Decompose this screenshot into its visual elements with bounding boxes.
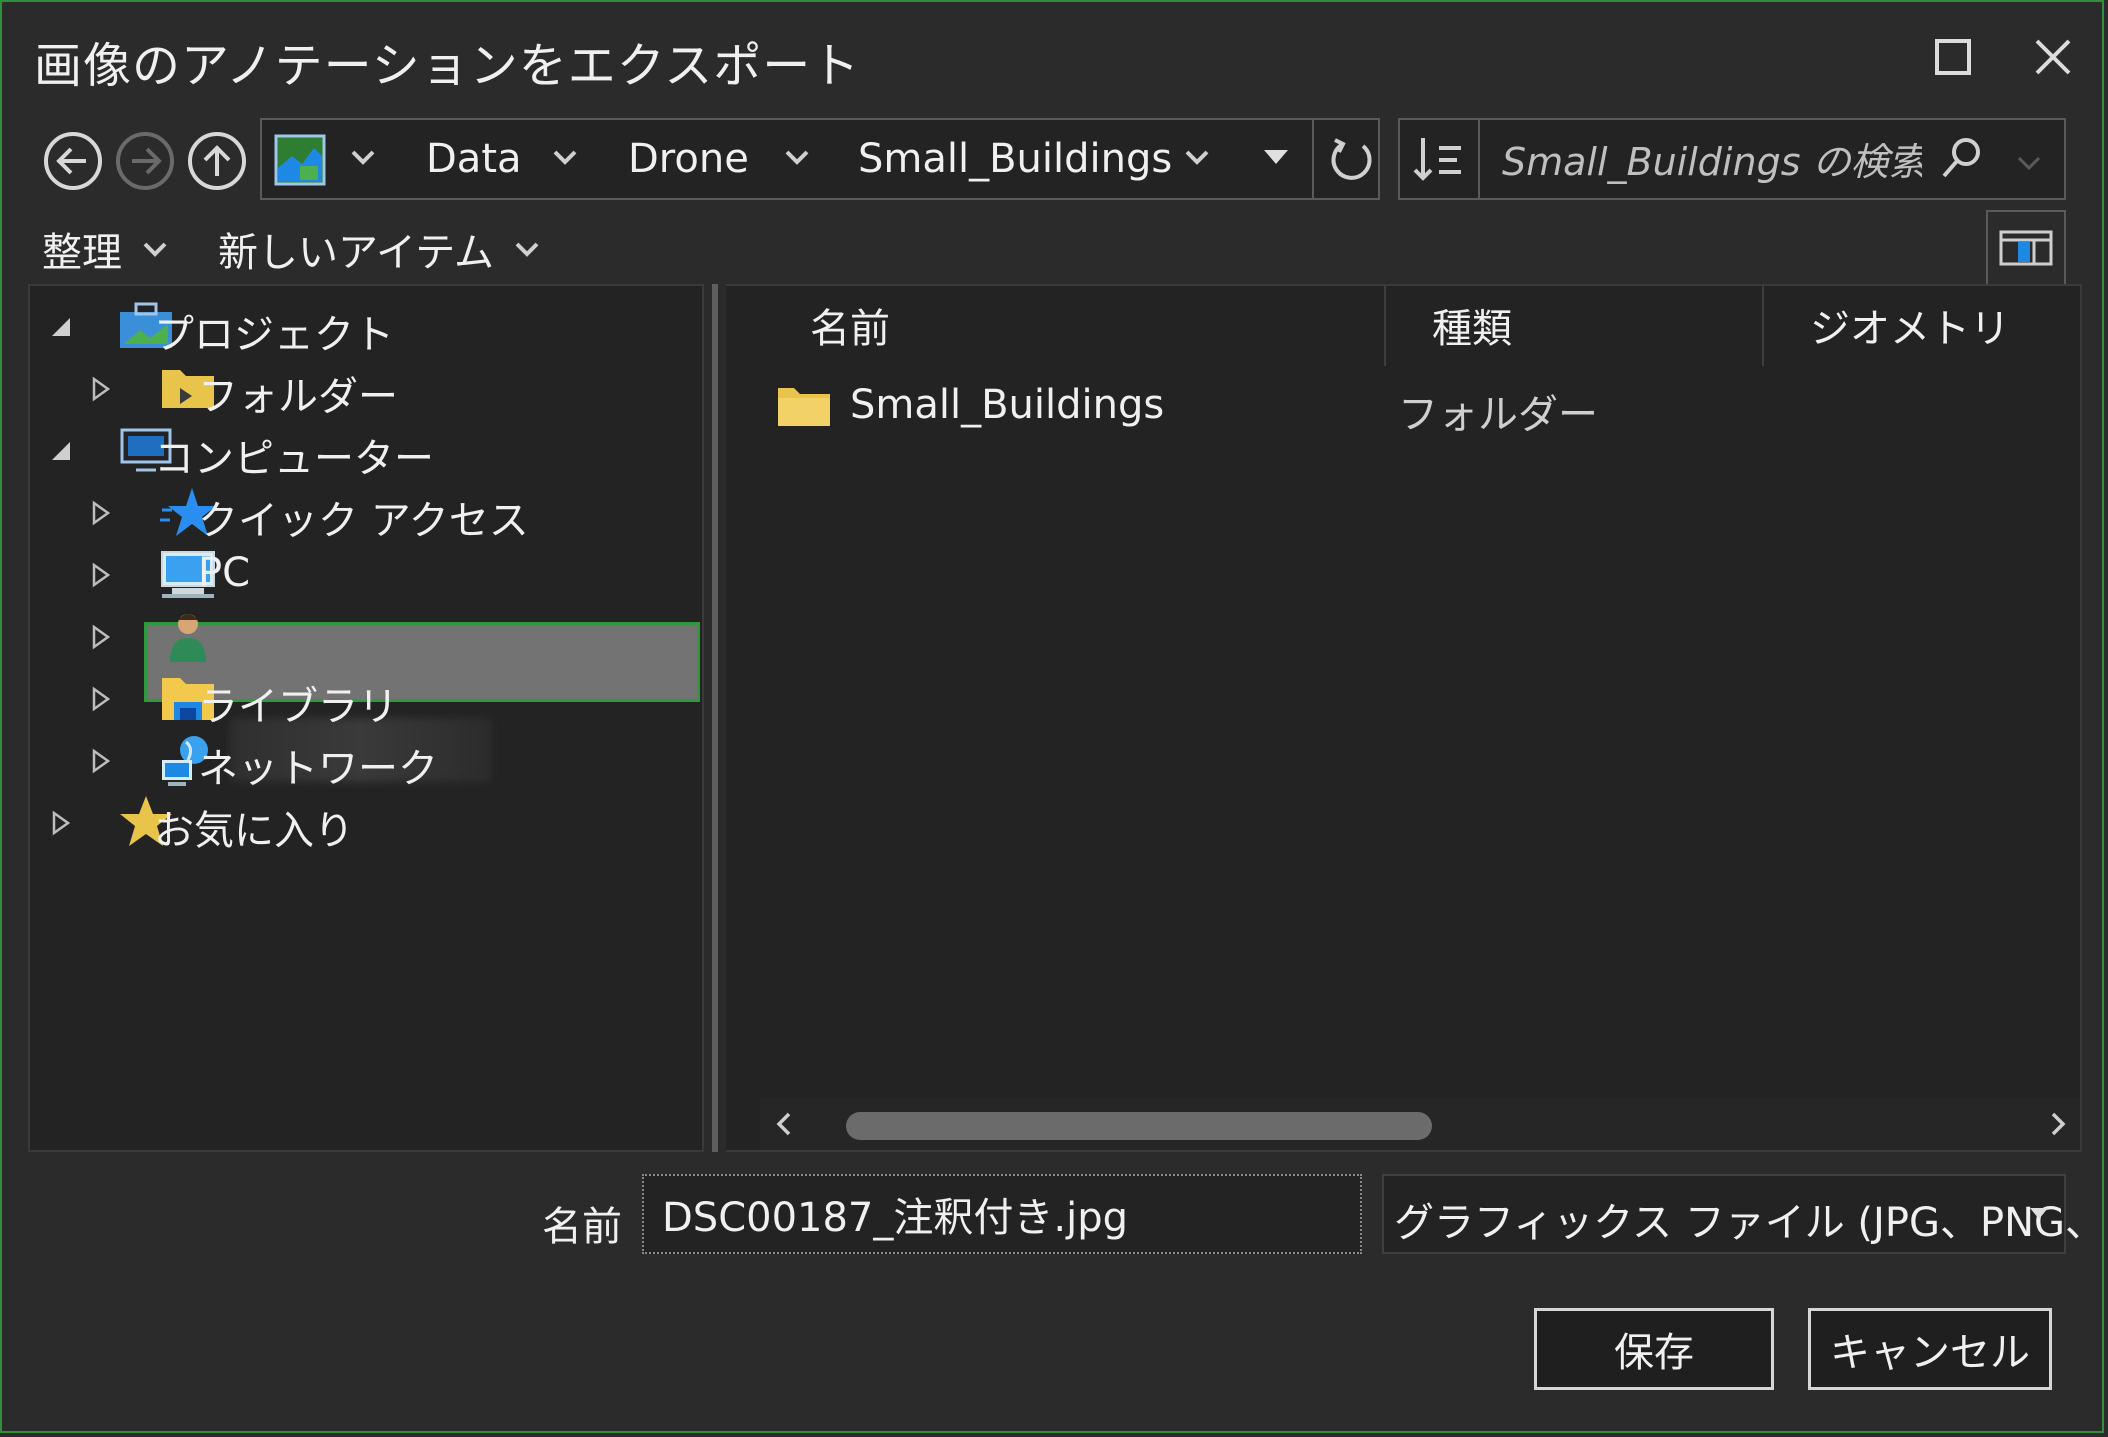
- address-bar[interactable]: Data Drone Small_Buildings: [260, 118, 1380, 200]
- chevron-left-icon: [776, 1112, 791, 1136]
- close-button[interactable]: [2018, 24, 2088, 90]
- details-layout-icon: [1999, 230, 2053, 266]
- chevron-down-icon: [785, 150, 809, 165]
- dialog-title: 画像のアノテーションをエクスポート: [34, 38, 861, 94]
- search-input[interactable]: [1500, 136, 1924, 188]
- sort-icon: [1413, 138, 1461, 181]
- up-arrow-icon: [188, 132, 246, 190]
- expand-triangle-icon: [92, 624, 111, 650]
- column-divider[interactable]: [1762, 286, 1764, 366]
- breadcrumb-small-buildings[interactable]: Small_Buildings: [858, 136, 1172, 182]
- cancel-button[interactable]: キャンセル: [1808, 1308, 2052, 1390]
- chevron-down-icon: [2017, 156, 2041, 171]
- expand-triangle-icon: [92, 562, 111, 588]
- breadcrumb-drone-chevron[interactable]: [782, 142, 812, 176]
- address-separator: [1312, 120, 1314, 198]
- row-type: フォルダー: [1398, 392, 1598, 438]
- expand-triangle-icon: [92, 500, 111, 526]
- triangle-down-icon: [2030, 1208, 2048, 1219]
- collapse-triangle-icon: [52, 442, 70, 460]
- user-icon: [170, 614, 206, 662]
- row-name: Small_Buildings: [850, 382, 1165, 428]
- file-list: 名前 種類 ジオメトリ Small_Buildings フォルダー: [726, 284, 2082, 1152]
- horizontal-scrollbar[interactable]: [760, 1098, 2080, 1150]
- navigation-bar: Data Drone Small_Buildings: [2, 118, 2106, 204]
- chevron-right-icon: [2051, 1112, 2066, 1136]
- breadcrumb-data[interactable]: Data: [426, 136, 522, 182]
- column-header-type[interactable]: 種類: [1432, 296, 1512, 354]
- title-bar: 画像のアノテーションをエクスポート: [2, 2, 2106, 112]
- close-icon: [2035, 39, 2071, 75]
- address-history-dropdown[interactable]: [1262, 148, 1290, 172]
- new-item-label: 新しいアイテム: [218, 230, 494, 276]
- breadcrumb-drone[interactable]: Drone: [628, 136, 749, 182]
- refresh-button[interactable]: [1320, 126, 1382, 192]
- expand-triangle-icon: [52, 810, 71, 836]
- scrollbar-thumb[interactable]: [846, 1112, 1432, 1140]
- search-history-dropdown[interactable]: [2014, 148, 2044, 182]
- organize-label: 整理: [42, 230, 122, 276]
- search-button[interactable]: [1936, 134, 1986, 188]
- tree-item-favorites[interactable]: お気に入り: [30, 782, 700, 862]
- collapse-triangle-icon: [52, 318, 70, 336]
- column-header-name[interactable]: 名前: [810, 296, 890, 354]
- filename-label: 名前: [542, 1204, 622, 1250]
- chevron-down-icon: [515, 242, 539, 257]
- expand-triangle-icon: [92, 686, 111, 712]
- pane-splitter[interactable]: [706, 284, 724, 1152]
- scroll-left-button[interactable]: [772, 1110, 796, 1142]
- forward-arrow-icon: [116, 132, 174, 190]
- tree-item-label: お気に入り: [154, 808, 354, 854]
- expand-triangle-icon: [92, 748, 111, 774]
- filetype-select[interactable]: グラフィックス ファイル (JPG、PNG、BM: [1382, 1174, 2108, 1254]
- location-dropdown-chevron[interactable]: [348, 142, 378, 176]
- refresh-icon: [1331, 138, 1372, 180]
- navigation-tree: プロジェクト フォルダー コンピューター クイック アクセス PC ライブラリ …: [28, 284, 704, 1152]
- export-annotation-dialog: 画像のアノテーションをエクスポート Data Drone Small_Build…: [0, 0, 2108, 1433]
- column-header-geometry[interactable]: ジオメトリ: [1810, 296, 2010, 354]
- chevron-down-icon: [143, 242, 167, 257]
- back-arrow-icon: [44, 132, 102, 190]
- layout-toggle-button[interactable]: [1986, 210, 2066, 286]
- column-divider[interactable]: [1384, 286, 1386, 366]
- tree-item-label: PC: [198, 550, 251, 596]
- search-icon: [1942, 138, 1980, 178]
- triangle-down-icon: [1264, 150, 1288, 164]
- chevron-down-icon: [1185, 150, 1209, 165]
- new-item-menu[interactable]: 新しいアイテム: [218, 220, 542, 278]
- breadcrumb-data-chevron[interactable]: [550, 142, 580, 176]
- chevron-down-icon: [553, 150, 577, 165]
- pane-splitter-line: [712, 284, 718, 1152]
- save-button[interactable]: 保存: [1534, 1308, 1774, 1390]
- maximize-button[interactable]: [1918, 24, 1988, 90]
- filetype-value: グラフィックス ファイル (JPG、PNG、BM: [1394, 1200, 2108, 1246]
- search-box[interactable]: [1480, 118, 2066, 200]
- back-button[interactable]: [40, 128, 106, 194]
- command-toolbar: 整理 新しいアイテム: [2, 210, 2106, 286]
- map-location-icon: [274, 134, 326, 186]
- up-button[interactable]: [184, 128, 250, 194]
- forward-button[interactable]: [112, 128, 178, 194]
- folder-icon: [778, 388, 830, 426]
- list-row-small-buildings[interactable]: Small_Buildings フォルダー: [776, 366, 2076, 446]
- scroll-right-button[interactable]: [2046, 1110, 2070, 1142]
- sort-button[interactable]: [1398, 118, 1480, 200]
- filename-input[interactable]: [642, 1174, 1362, 1254]
- breadcrumb-small-buildings-chevron[interactable]: [1182, 142, 1212, 176]
- maximize-icon: [1935, 39, 1971, 75]
- organize-menu[interactable]: 整理: [42, 220, 170, 278]
- chevron-down-icon: [351, 150, 375, 165]
- expand-triangle-icon: [92, 376, 111, 402]
